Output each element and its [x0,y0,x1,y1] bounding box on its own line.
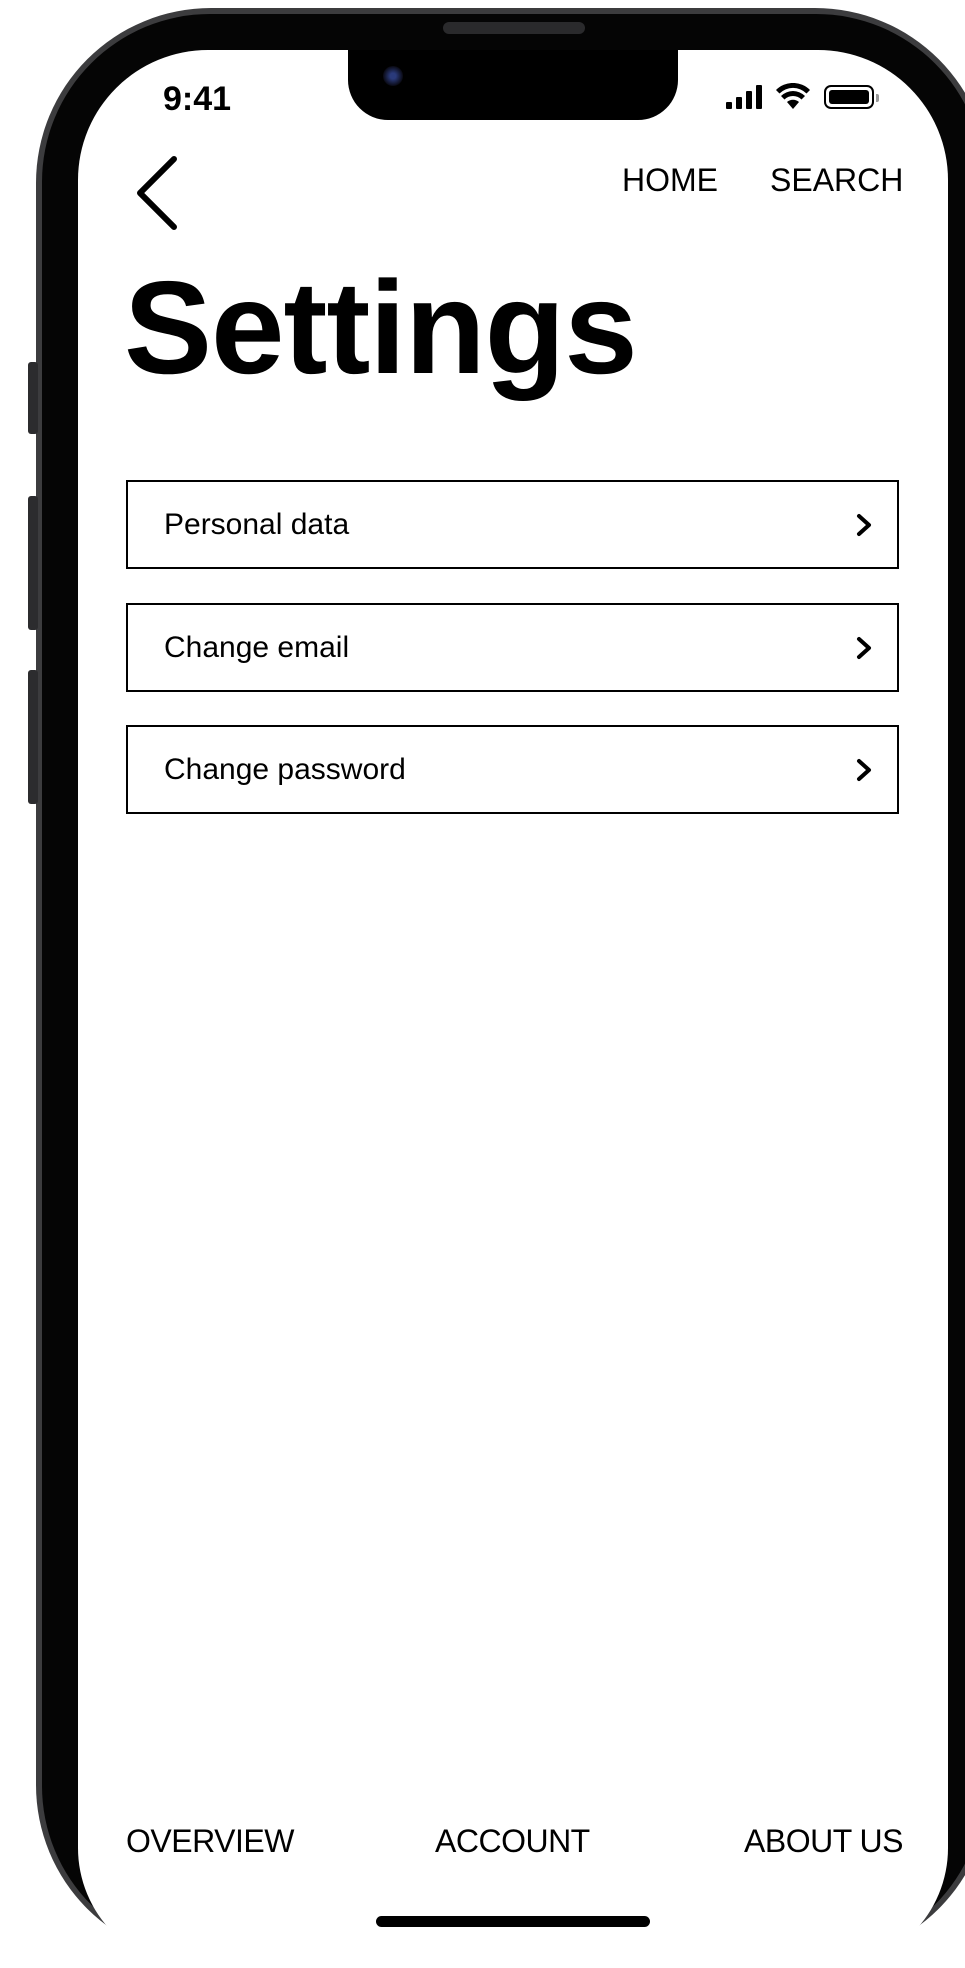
menu-item-change-password[interactable]: Change password [126,725,899,814]
status-icons [726,83,879,109]
screen: 9:41 HOME SEARCH Settings Personal data [78,50,948,1968]
chevron-right-icon [857,636,871,659]
chevron-right-icon [857,758,871,781]
signal-icon [726,85,762,109]
menu-item-label: Change email [164,630,350,664]
chevron-right-icon [857,513,871,536]
volume-down-button [28,670,38,804]
notch [348,50,678,120]
menu-item-label: Change password [164,752,406,786]
wifi-icon [776,83,810,109]
status-time: 9:41 [163,80,232,118]
battery-icon [824,85,879,109]
page-title: Settings [124,254,638,401]
volume-up-button [28,496,38,630]
back-button[interactable] [130,153,186,233]
chevron-left-icon [137,156,177,230]
mute-switch [28,362,38,434]
nav-search-link[interactable]: SEARCH [770,162,903,199]
tab-about-us[interactable]: ABOUT US [744,1823,904,1860]
home-indicator[interactable] [376,1916,650,1927]
speaker-grille [443,22,585,34]
menu-item-label: Personal data [164,507,350,541]
nav-home-link[interactable]: HOME [622,162,718,199]
camera-icon [383,66,403,86]
menu-item-personal-data[interactable]: Personal data [126,480,899,569]
tab-overview[interactable]: OVERVIEW [126,1823,294,1860]
tab-account[interactable]: ACCOUNT [435,1823,590,1860]
menu-item-change-email[interactable]: Change email [126,603,899,692]
